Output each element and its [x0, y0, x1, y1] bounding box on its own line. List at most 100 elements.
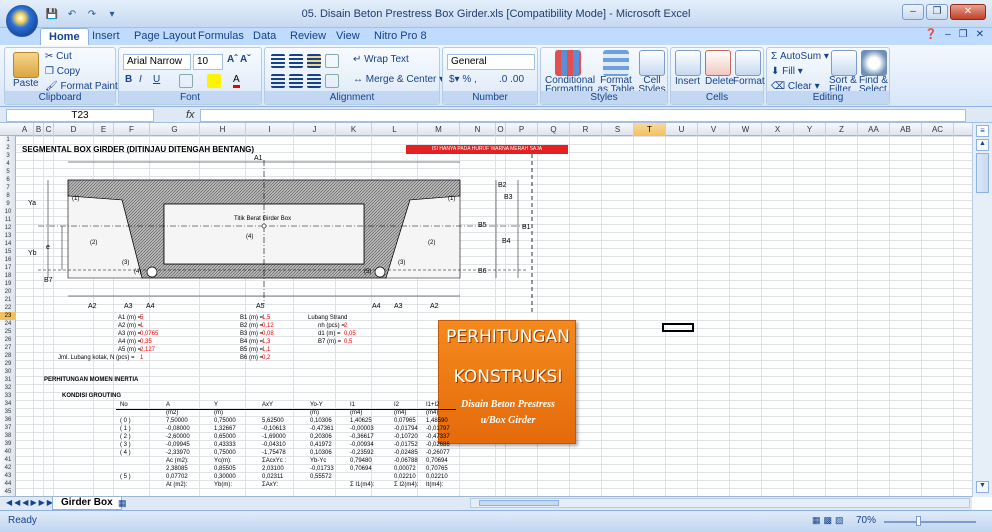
cut-button[interactable]: ✂ Cut: [45, 51, 72, 62]
active-cell[interactable]: [662, 323, 694, 332]
italic-button[interactable]: I: [139, 74, 142, 85]
conditional-formatting-icon[interactable]: [555, 50, 581, 76]
save-icon[interactable]: 💾: [44, 8, 60, 22]
column-header[interactable]: L: [372, 123, 418, 136]
row-header[interactable]: 5: [0, 168, 16, 176]
grow-font-button[interactable]: Aˆ Aˇ: [227, 54, 251, 65]
insert-function-button[interactable]: fx: [186, 109, 195, 121]
column-header[interactable]: D: [54, 123, 94, 136]
row-header[interactable]: 32: [0, 384, 16, 392]
customize-qat-icon[interactable]: ▾: [104, 8, 120, 22]
font-size-select[interactable]: 10: [193, 54, 223, 70]
row-header[interactable]: 12: [0, 224, 16, 232]
column-header[interactable]: C: [44, 123, 54, 136]
row-header[interactable]: 29: [0, 360, 16, 368]
column-header[interactable]: O: [496, 123, 506, 136]
decimal-buttons[interactable]: .0 .00: [499, 74, 524, 85]
row-header[interactable]: 30: [0, 368, 16, 376]
row-header[interactable]: 13: [0, 232, 16, 240]
row-header[interactable]: 11: [0, 216, 16, 224]
wb-restore-icon[interactable]: ❐: [959, 29, 968, 40]
minimize-button[interactable]: –: [902, 4, 924, 20]
merge-center-button[interactable]: ↔ Merge & Center ▾: [353, 74, 444, 85]
column-header[interactable]: P: [506, 123, 538, 136]
row-header[interactable]: 23: [0, 312, 16, 320]
delete-cells-button[interactable]: Delete: [705, 76, 734, 87]
scroll-up-icon[interactable]: ▲: [976, 139, 989, 151]
insert-cells-button[interactable]: Insert: [675, 76, 700, 87]
column-header[interactable]: AC: [922, 123, 954, 136]
column-header[interactable]: I: [246, 123, 294, 136]
row-header[interactable]: 25: [0, 328, 16, 336]
align-right-icon[interactable]: [307, 74, 321, 88]
row-header[interactable]: 45: [0, 488, 16, 496]
fill-button[interactable]: ⬇ Fill ▾: [771, 66, 803, 77]
view-buttons[interactable]: ▦▩▧: [812, 515, 847, 526]
column-header[interactable]: K: [336, 123, 372, 136]
row-header[interactable]: 38: [0, 432, 16, 440]
row-header[interactable]: 9: [0, 200, 16, 208]
row-header[interactable]: 24: [0, 320, 16, 328]
row-header[interactable]: 16: [0, 256, 16, 264]
name-box[interactable]: T23: [6, 109, 154, 122]
sheet-tab-girder-box[interactable]: Girder Box: [52, 497, 122, 510]
align-bottom-icon[interactable]: [307, 54, 321, 68]
row-header[interactable]: 15: [0, 248, 16, 256]
row-header[interactable]: 18: [0, 272, 16, 280]
row-header[interactable]: 19: [0, 280, 16, 288]
row-header[interactable]: 27: [0, 344, 16, 352]
column-header[interactable]: M: [418, 123, 460, 136]
column-header[interactable]: X: [762, 123, 794, 136]
horizontal-scrollbar[interactable]: [470, 498, 970, 508]
row-header[interactable]: 39: [0, 440, 16, 448]
row-header[interactable]: 40: [0, 448, 16, 456]
paste-icon[interactable]: [13, 52, 39, 78]
indent-icon[interactable]: [325, 74, 339, 88]
align-middle-icon[interactable]: [289, 54, 303, 68]
split-icon[interactable]: ≡: [976, 125, 989, 137]
tab-review[interactable]: Review: [282, 28, 334, 46]
column-header[interactable]: H: [200, 123, 246, 136]
row-header[interactable]: 6: [0, 176, 16, 184]
column-header[interactable]: G: [150, 123, 200, 136]
row-header[interactable]: 35: [0, 408, 16, 416]
row-header[interactable]: 43: [0, 472, 16, 480]
column-header[interactable]: W: [730, 123, 762, 136]
accounting-button[interactable]: $▾ % ,: [449, 74, 477, 85]
column-header[interactable]: Y: [794, 123, 826, 136]
column-header[interactable]: AA: [858, 123, 890, 136]
row-header[interactable]: 44: [0, 480, 16, 488]
bold-button[interactable]: B: [125, 74, 132, 85]
row-header[interactable]: 3: [0, 152, 16, 160]
font-color-button[interactable]: A: [233, 74, 240, 88]
column-header[interactable]: AB: [890, 123, 922, 136]
column-header[interactable]: T: [634, 123, 666, 136]
row-header[interactable]: 36: [0, 416, 16, 424]
borders-icon[interactable]: [179, 74, 193, 88]
column-header[interactable]: N: [460, 123, 496, 136]
row-header[interactable]: 41: [0, 456, 16, 464]
vertical-scrollbar[interactable]: ≡ ▲ ▼: [972, 123, 992, 497]
column-header[interactable]: B: [34, 123, 44, 136]
find-select-icon[interactable]: [861, 50, 887, 76]
row-header[interactable]: 20: [0, 288, 16, 296]
insert-cells-icon[interactable]: [675, 50, 701, 76]
sort-filter-icon[interactable]: [831, 50, 857, 76]
row-header[interactable]: 22: [0, 304, 16, 312]
row-header[interactable]: 26: [0, 336, 16, 344]
column-header[interactable]: V: [698, 123, 730, 136]
cell-styles-icon[interactable]: [639, 50, 665, 76]
redo-icon[interactable]: ↷: [84, 8, 100, 22]
autosum-button[interactable]: Σ AutoSum ▾: [771, 51, 829, 62]
wb-minimize-icon[interactable]: –: [945, 29, 951, 40]
row-header[interactable]: 10: [0, 208, 16, 216]
row-header[interactable]: 17: [0, 264, 16, 272]
sheet-nav-icons[interactable]: ◀◀◀▶▶▶: [6, 498, 55, 507]
column-header[interactable]: Q: [538, 123, 570, 136]
column-header[interactable]: E: [94, 123, 114, 136]
row-header[interactable]: 14: [0, 240, 16, 248]
office-button[interactable]: [6, 5, 38, 37]
scroll-down-icon[interactable]: ▼: [976, 481, 989, 493]
copy-button[interactable]: ❐ Copy: [45, 66, 80, 77]
row-header[interactable]: 42: [0, 464, 16, 472]
